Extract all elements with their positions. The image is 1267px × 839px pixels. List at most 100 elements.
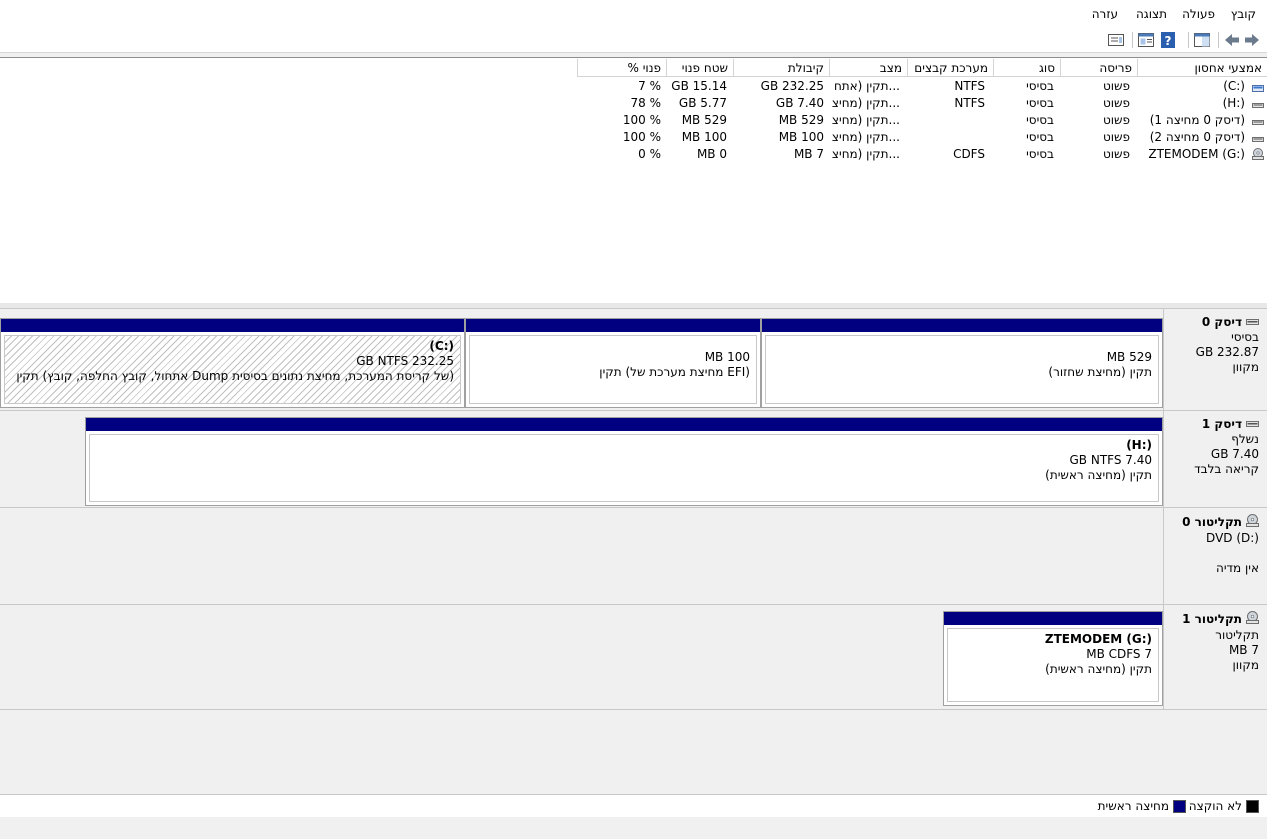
cell-percent-free: 100 % <box>622 113 661 127</box>
table-row[interactable]: (דיסק 0 מחיצה 1) פשוט בסיסי תקין (מחיצ..… <box>0 112 1267 129</box>
primary-partition-bar <box>762 319 1162 332</box>
partition-size: GB NTFS 7.40 <box>1069 453 1153 467</box>
partition-efi[interactable]: MB 100 תקין (מחיצת מערכת של EFI) <box>465 318 761 408</box>
cell-layout: פשוט <box>1102 130 1130 144</box>
console-tree-icon[interactable] <box>1193 31 1211 49</box>
partition-size: MB 100 <box>704 350 750 364</box>
cell-free-space: GB 15.14 <box>671 79 727 93</box>
primary-partition-bar <box>944 612 1162 625</box>
cell-percent-free: 78 % <box>630 96 662 110</box>
disk-1-name: דיסק 1 <box>1201 417 1242 431</box>
cell-capacity: MB 7 <box>793 147 824 161</box>
cdrom-1-state: מקוון <box>1232 658 1259 672</box>
partition-size: MB CDFS 7 <box>1086 647 1152 661</box>
cell-volume: (H:) <box>1222 96 1245 110</box>
cell-status: תקין (מחיצ... <box>831 96 900 110</box>
disk-1-size: GB 7.40 <box>1210 447 1259 461</box>
disk-1-state: קריאה בלבד <box>1194 462 1259 476</box>
column-header-volume[interactable]: אמצעי אחסון <box>1137 59 1267 77</box>
volume-icon <box>1252 133 1264 142</box>
cell-filesystem: CDFS <box>953 147 985 161</box>
cdrom-1-name: תקליטור 1 <box>1182 612 1242 626</box>
cell-filesystem <box>907 129 985 146</box>
menu-file[interactable]: קובץ <box>1231 7 1256 21</box>
disk-0-name: דיסק 0 <box>1201 315 1242 329</box>
menu-help[interactable]: עזרה <box>1092 7 1118 21</box>
partition-title: (H:) <box>1126 438 1152 452</box>
cell-percent-free: 0 % <box>638 147 661 161</box>
partition-status: תקין (מחיצה ראשית) <box>1045 468 1152 482</box>
column-header-status[interactable]: מצב <box>829 59 907 77</box>
svg-text:?: ? <box>1165 34 1172 48</box>
menu-action[interactable]: פעולה <box>1182 7 1215 21</box>
cell-capacity: GB 7.40 <box>775 96 824 110</box>
cell-filesystem <box>907 112 985 129</box>
cell-status: תקין (מחיצ... <box>831 130 900 144</box>
column-header-capacity[interactable]: קיבולת <box>733 59 829 77</box>
cell-layout: פשוט <box>1102 147 1130 161</box>
cd-drive-icon <box>1246 611 1259 628</box>
cell-filesystem: NTFS <box>954 96 985 110</box>
back-arrow-icon[interactable] <box>1243 31 1261 49</box>
disk-0-label[interactable]: דיסק 0 בסיסי GB 232.87 מקוון <box>1163 309 1267 410</box>
cdrom-1-label[interactable]: תקליטור 1 תקליטור MB 7 מקוון <box>1163 605 1267 709</box>
table-row[interactable]: ZTEMODEM (G:) פשוט בסיסי CDFS תקין (מחיצ… <box>0 146 1267 163</box>
view-icon[interactable] <box>1107 31 1125 49</box>
menu-view[interactable]: תצוגה <box>1136 7 1167 21</box>
cdrom-1-type: תקליטור <box>1215 628 1259 642</box>
cell-free-space: MB 100 <box>681 130 727 144</box>
disk-1-label[interactable]: דיסק 1 נשלף GB 7.40 קריאה בלבד <box>1163 411 1267 507</box>
forward-arrow-icon[interactable] <box>1223 31 1241 49</box>
cell-type: בסיסי <box>1026 130 1054 144</box>
legend-primary-label: מחיצה ראשית <box>1097 799 1169 813</box>
column-header-filesystem[interactable]: מערכת קבצים <box>907 59 993 77</box>
primary-partition-bar <box>1 319 464 332</box>
disk-0-type: בסיסי <box>1231 330 1259 344</box>
disk-0-size: GB 232.87 <box>1195 345 1259 359</box>
disk-1-row: דיסק 1 נשלף GB 7.40 קריאה בלבד (H:) GB N… <box>0 411 1267 508</box>
partition-title: ZTEMODEM (G:) <box>1044 632 1152 646</box>
column-header-free-space[interactable]: שטח פנוי <box>666 59 733 77</box>
column-header-type[interactable]: סוג <box>993 59 1060 77</box>
volume-c-icon <box>1252 82 1264 92</box>
volume-icon <box>1252 99 1264 108</box>
column-header-layout[interactable]: פריסה <box>1060 59 1137 77</box>
disk-map: דיסק 0 בסיסי GB 232.87 מקוון MB 529 תקין… <box>0 309 1267 794</box>
toolbar: ? <box>0 28 1267 53</box>
volume-icon <box>1252 116 1264 125</box>
partition-g[interactable]: ZTEMODEM (G:) MB CDFS 7 תקין (מחיצה ראשי… <box>943 611 1163 706</box>
table-row[interactable]: (C:) פשוט בסיסי NTFS תקין (אתח... GB 232… <box>0 78 1267 95</box>
disk-icon <box>1246 315 1259 330</box>
cell-volume: (דיסק 0 מחיצה 2) <box>1149 130 1245 144</box>
disk-icon <box>1246 417 1259 432</box>
cell-percent-free: 100 % <box>622 130 661 144</box>
toolbar-separator <box>1188 32 1189 48</box>
disk-0-state: מקוון <box>1232 360 1259 374</box>
cdrom-0-label[interactable]: תקליטור 0 DVD (D:) אין מדיה <box>1163 508 1267 604</box>
partition-status: תקין (אתחול, קובץ החלפה, קובץ Dump של קר… <box>16 369 454 383</box>
cell-capacity: MB 529 <box>778 113 824 127</box>
properties-icon[interactable] <box>1137 31 1155 49</box>
table-row[interactable]: (דיסק 0 מחיצה 2) פשוט בסיסי תקין (מחיצ..… <box>0 129 1267 146</box>
legend-primary-swatch <box>1173 800 1186 813</box>
cell-free-space: MB 529 <box>681 113 727 127</box>
partition-size: GB NTFS 232.25 <box>356 354 454 368</box>
partition-title: (C:) <box>429 339 454 353</box>
column-header-percent-free[interactable]: % פנוי <box>577 59 666 77</box>
volume-list[interactable]: אמצעי אחסון פריסה סוג מערכת קבצים מצב קי… <box>0 57 1267 305</box>
cell-capacity: GB 232.25 <box>760 79 824 93</box>
menu-bar: קובץ פעולה תצוגה עזרה <box>0 0 1267 29</box>
partition-recovery[interactable]: MB 529 תקין (מחיצת שחזור) <box>761 318 1163 408</box>
primary-partition-bar <box>86 418 1162 431</box>
cell-type: בסיסי <box>1026 79 1054 93</box>
cell-volume: ZTEMODEM (G:) <box>1148 147 1245 161</box>
help-icon[interactable]: ? <box>1159 31 1177 49</box>
cell-layout: פשוט <box>1102 96 1130 110</box>
partition-h[interactable]: (H:) GB NTFS 7.40 תקין (מחיצה ראשית) <box>85 417 1163 506</box>
cell-free-space: GB 5.77 <box>678 96 727 110</box>
table-row[interactable]: (H:) פשוט בסיסי NTFS תקין (מחיצ... GB 7.… <box>0 95 1267 112</box>
cell-free-space: MB 0 <box>696 147 727 161</box>
partition-c[interactable]: (C:) GB NTFS 232.25 תקין (אתחול, קובץ הח… <box>0 318 465 408</box>
partition-status: תקין (מחיצה ראשית) <box>1045 662 1152 676</box>
primary-partition-bar <box>466 319 760 332</box>
